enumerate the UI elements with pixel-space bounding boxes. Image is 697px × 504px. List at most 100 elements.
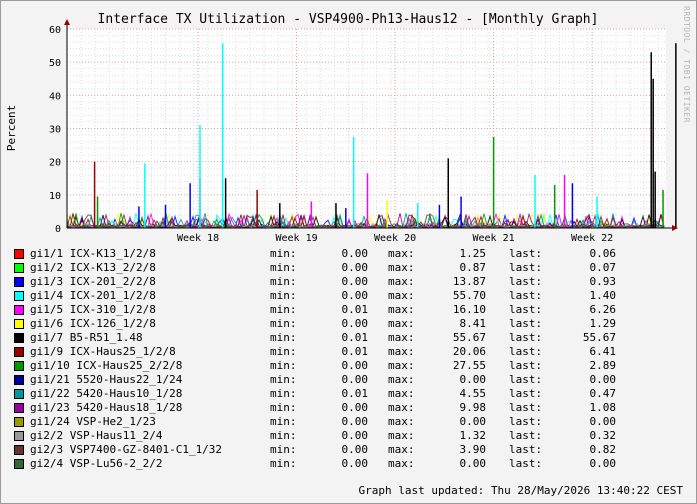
legend-max-value: 3.90 <box>459 443 487 456</box>
legend-min-value: 0.00 <box>341 317 369 330</box>
legend-row: gi1/21 5520-Haus22_1/24 min: 0.00 max: 0.00 l… <box>14 373 674 387</box>
legend-max-value: 20.06 <box>452 345 486 358</box>
legend-max-label: max: <box>388 261 415 274</box>
legend-swatch <box>14 347 24 357</box>
legend-row: gi1/23 5420-Haus18_1/28 min: 0.00 max: 9.98 l… <box>14 401 674 415</box>
legend-series-name: gi2/4 VSP-Lu56-2_2/2 <box>30 457 163 470</box>
legend-series-name: gi1/3 ICX-201_2/2/8 <box>30 275 156 288</box>
legend-min-value: 0.00 <box>341 457 369 470</box>
legend-series-name: gi2/2 VSP-Haus11_2/4 <box>30 429 163 442</box>
legend-max-label: max: <box>388 373 415 386</box>
legend-max-value: 13.87 <box>452 275 486 288</box>
legend-min-value: 0.00 <box>341 261 369 274</box>
legend-min-value: 0.00 <box>341 275 369 288</box>
legend-max-label: max: <box>388 457 415 470</box>
legend-max-value: 55.67 <box>452 331 486 344</box>
legend-last-value: 2.89 <box>589 359 617 372</box>
legend-max-value: 0.87 <box>459 261 487 274</box>
legend-last-label: last: <box>509 289 543 302</box>
footer: Graph last updated: Thu 28/May/2026 13:4… <box>358 484 683 497</box>
legend-last-value: 6.41 <box>589 345 617 358</box>
legend-row: gi2/2 VSP-Haus11_2/4 min: 0.00 max: 1.32 last… <box>14 429 674 443</box>
legend-max-label: max: <box>388 247 415 260</box>
legend-last-value: 0.93 <box>589 275 617 288</box>
legend-row: gi1/1 ICX-K13_1/2/8 min: 0.00 max: 1.25 last:… <box>14 247 674 261</box>
legend-swatch <box>14 361 24 371</box>
legend-max-value: 27.55 <box>452 359 486 372</box>
legend-row: gi2/4 VSP-Lu56-2_2/2 min: 0.00 max: 0.00 last… <box>14 457 674 471</box>
legend-row: gi1/3 ICX-201_2/2/8 min: 0.00 max: 13.87 last… <box>14 275 674 289</box>
legend-last-label: last: <box>509 429 543 442</box>
legend-last-label: last: <box>509 345 543 358</box>
legend-swatch <box>14 263 24 273</box>
legend-last-value: 0.82 <box>589 443 617 456</box>
legend-row: gi1/10 ICX-Haus25_2/2/8 min: 0.00 max: 27.55… <box>14 359 674 373</box>
legend-swatch <box>14 277 24 287</box>
legend-last-label: last: <box>509 247 543 260</box>
legend-max-value: 8.41 <box>459 317 487 330</box>
legend-swatch <box>14 403 24 413</box>
legend-last-label: last: <box>509 457 543 470</box>
legend-last-value: 6.26 <box>589 303 617 316</box>
x-tick-labels: Week 18 Week 19 Week 20 Week 21 Week 22 <box>177 233 613 244</box>
legend-last-label: last: <box>509 401 543 414</box>
legend-swatch <box>14 431 24 441</box>
legend-series-name: gi1/6 ICX-126_1/2/8 <box>30 317 156 330</box>
legend-max-value: 0.00 <box>459 415 487 428</box>
legend-min-label: min: <box>270 303 297 316</box>
legend-min-value: 0.00 <box>341 359 369 372</box>
x-tick-label: Week 20 <box>374 233 416 244</box>
legend-min-label: min: <box>270 429 297 442</box>
legend-last-value: 0.07 <box>589 261 617 274</box>
y-tick-label: 50 <box>49 58 61 69</box>
legend-series-name: gi1/4 ICX-201_1/2/8 <box>30 289 156 302</box>
legend-row: gi1/22 5420-Haus10_1/28 min: 0.01 max: 4.55 l… <box>14 387 674 401</box>
legend-last-value: 1.29 <box>589 317 617 330</box>
legend-last-label: last: <box>509 387 543 400</box>
legend-max-value: 9.98 <box>459 401 487 414</box>
legend-swatch <box>14 389 24 399</box>
legend-row: gi1/2 ICX-K13_2/2/8 min: 0.00 max: 0.87 last:… <box>14 261 674 275</box>
legend-max-value: 55.70 <box>452 289 486 302</box>
legend-series-name: gi1/24 VSP-He2_1/23 <box>30 415 156 428</box>
legend-last-value: 0.06 <box>589 247 617 260</box>
legend-min-value: 0.01 <box>341 331 369 344</box>
x-tick-label: Week 19 <box>275 233 317 244</box>
legend-min-value: 0.00 <box>341 443 369 456</box>
legend-last-value: 0.47 <box>589 387 617 400</box>
legend-row: gi1/4 ICX-201_1/2/8 min: 0.00 max: 55.70 last… <box>14 289 674 303</box>
legend-last-label: last: <box>509 303 543 316</box>
y-tick-label: 10 <box>49 191 61 202</box>
legend-last-label: last: <box>509 261 543 274</box>
y-tick-label: 20 <box>49 158 61 169</box>
x-tick-label: Week 18 <box>177 233 219 244</box>
legend-series-name: gi1/22 5420-Haus10_1/28 <box>30 387 183 400</box>
legend-swatch <box>14 459 24 469</box>
legend-row: gi1/5 ICX-310_1/2/8 min: 0.01 max: 16.10 last… <box>14 303 674 317</box>
legend-max-value: 0.00 <box>459 457 487 470</box>
legend-min-value: 0.00 <box>341 247 369 260</box>
legend-swatch <box>14 305 24 315</box>
x-tick-label: Week 22 <box>571 233 613 244</box>
y-axis-label: Percent <box>5 105 18 151</box>
legend-row: gi2/3 VSP7400-GZ-8401-C1_1/32 min: 0.00 max… <box>14 443 674 457</box>
legend-series-name: gi1/9 ICX-Haus25_1/2/8 <box>30 345 176 358</box>
footer-timestamp: Thu 28/May/2026 13:40:22 CEST <box>490 484 683 497</box>
legend-max-value: 1.32 <box>459 429 487 442</box>
legend-row: gi1/24 VSP-He2_1/23 min: 0.00 max: 0.00 last:… <box>14 415 674 429</box>
legend-min-value: 0.01 <box>341 303 369 316</box>
legend-max-label: max: <box>388 415 415 428</box>
legend-min-value: 0.00 <box>341 401 369 414</box>
plot-area <box>67 29 666 228</box>
legend-min-value: 0.01 <box>341 387 369 400</box>
legend-series-name: gi1/2 ICX-K13_2/2/8 <box>30 261 156 274</box>
legend-series-name: gi1/23 5420-Haus18_1/28 <box>30 401 183 414</box>
legend-last-label: last: <box>509 415 543 428</box>
legend-max-value: 1.25 <box>459 247 487 260</box>
legend-swatch <box>14 333 24 343</box>
legend-last-label: last: <box>509 443 543 456</box>
legend-swatch <box>14 249 24 259</box>
legend-series-name: gi1/7 B5-R51_1.48 <box>30 331 143 344</box>
legend-min-value: 0.01 <box>341 345 369 358</box>
legend-last-value: 0.00 <box>589 415 617 428</box>
